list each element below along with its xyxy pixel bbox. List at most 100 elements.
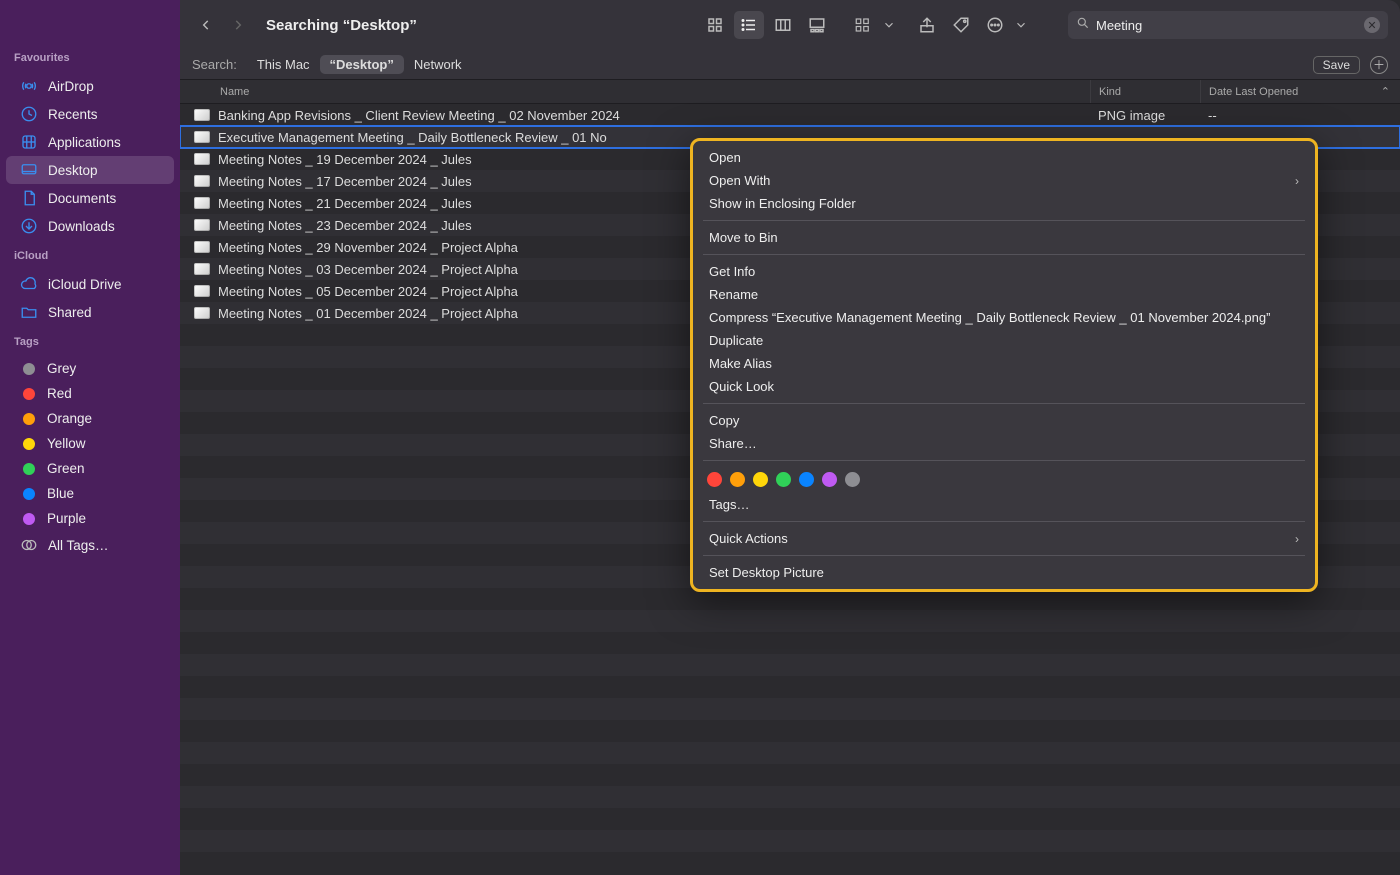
- sidebar-item-airdrop[interactable]: AirDrop: [6, 72, 174, 100]
- menu-get-info[interactable]: Get Info: [693, 260, 1315, 283]
- sidebar-item-icloud-drive[interactable]: iCloud Drive: [6, 270, 174, 298]
- menu-tag-colors: [693, 466, 1315, 493]
- scope-network[interactable]: Network: [404, 55, 472, 74]
- file-row[interactable]: Banking App Revisions _ Client Review Me…: [180, 104, 1400, 126]
- back-button[interactable]: [192, 11, 220, 39]
- view-list-button[interactable]: [734, 11, 764, 39]
- more-actions-chevron-icon[interactable]: [1014, 11, 1028, 39]
- sidebar-item-label: Applications: [48, 135, 121, 150]
- sidebar-item-applications[interactable]: Applications: [6, 128, 174, 156]
- column-header-name[interactable]: Name: [180, 86, 1090, 98]
- menu-quick-look[interactable]: Quick Look: [693, 375, 1315, 398]
- share-button[interactable]: [912, 11, 942, 39]
- column-header-kind[interactable]: Kind: [1090, 80, 1200, 103]
- sidebar-item-label: Grey: [47, 361, 76, 376]
- sort-asc-icon: ⌃: [1381, 85, 1390, 98]
- sidebar-section-tags: Tags: [0, 336, 180, 356]
- add-criteria-button[interactable]: ＋: [1370, 56, 1388, 74]
- search-input[interactable]: [1096, 18, 1358, 33]
- forward-button[interactable]: [224, 11, 252, 39]
- view-mode-group: [700, 11, 832, 39]
- sidebar-tag-green[interactable]: Green: [6, 456, 174, 481]
- menu-separator: [703, 521, 1305, 522]
- file-icon: [194, 109, 210, 121]
- menu-duplicate[interactable]: Duplicate: [693, 329, 1315, 352]
- file-icon: [194, 175, 210, 187]
- tag-color-option[interactable]: [776, 472, 791, 487]
- sidebar-item-label: iCloud Drive: [48, 277, 122, 292]
- scope-thismac[interactable]: This Mac: [247, 55, 320, 74]
- tag-color-dot: [23, 438, 35, 450]
- scope-desktop[interactable]: “Desktop”: [320, 55, 404, 74]
- view-gallery-button[interactable]: [802, 11, 832, 39]
- tag-color-option[interactable]: [822, 472, 837, 487]
- sidebar-item-label: AirDrop: [48, 79, 94, 94]
- menu-move-to-bin[interactable]: Move to Bin: [693, 226, 1315, 249]
- tag-color-option[interactable]: [753, 472, 768, 487]
- sidebar-tag-red[interactable]: Red: [6, 381, 174, 406]
- search-field[interactable]: ✕: [1068, 11, 1388, 39]
- menu-separator: [703, 403, 1305, 404]
- menu-item-label: Make Alias: [709, 356, 772, 371]
- file-icon: [194, 241, 210, 253]
- sidebar-item-recents[interactable]: Recents: [6, 100, 174, 128]
- download-icon: [20, 217, 38, 235]
- sidebar-tag-grey[interactable]: Grey: [6, 356, 174, 381]
- sidebar-tag-purple[interactable]: Purple: [6, 506, 174, 531]
- menu-compress-executive-management-meeting-daily-bottleneck-review-november-png[interactable]: Compress “Executive Management Meeting _…: [693, 306, 1315, 329]
- tag-color-option[interactable]: [799, 472, 814, 487]
- sidebar-item-shared[interactable]: Shared: [6, 298, 174, 326]
- sidebar-item-label: Desktop: [48, 163, 98, 178]
- sidebar-tag-alltags[interactable]: All Tags…: [6, 531, 174, 559]
- tag-color-option[interactable]: [730, 472, 745, 487]
- file-row-empty: [180, 764, 1400, 786]
- sidebar-item-label: Blue: [47, 486, 74, 501]
- file-icon: [194, 285, 210, 297]
- menu-item-label: Get Info: [709, 264, 755, 279]
- group-by-chevron-icon[interactable]: [882, 11, 896, 39]
- toolbar: Searching “Desktop”: [180, 0, 1400, 50]
- sidebar: Favourites AirDropRecentsApplicationsDes…: [0, 0, 180, 875]
- menu-share[interactable]: Share…: [693, 432, 1315, 455]
- sidebar-tag-yellow[interactable]: Yellow: [6, 431, 174, 456]
- menu-item-label: Set Desktop Picture: [709, 565, 824, 580]
- file-icon: [194, 197, 210, 209]
- menu-item-label: Quick Actions: [709, 531, 788, 546]
- menu-tags[interactable]: Tags…: [693, 493, 1315, 516]
- sidebar-tag-blue[interactable]: Blue: [6, 481, 174, 506]
- menu-copy[interactable]: Copy: [693, 409, 1315, 432]
- menu-open[interactable]: Open: [693, 146, 1315, 169]
- tag-color-dot: [23, 388, 35, 400]
- sidebar-item-label: Red: [47, 386, 72, 401]
- menu-open-with[interactable]: Open With›: [693, 169, 1315, 192]
- more-actions-button[interactable]: [980, 11, 1010, 39]
- file-icon: [194, 263, 210, 275]
- sidebar-item-downloads[interactable]: Downloads: [6, 212, 174, 240]
- file-icon: [194, 131, 210, 143]
- search-icon: [1076, 16, 1090, 35]
- doc-icon: [20, 189, 38, 207]
- group-by-button[interactable]: [848, 11, 878, 39]
- tag-color-option[interactable]: [845, 472, 860, 487]
- view-columns-button[interactable]: [768, 11, 798, 39]
- menu-separator: [703, 254, 1305, 255]
- file-row-empty: [180, 632, 1400, 654]
- file-kind: PNG image: [1090, 108, 1200, 123]
- menu-quick-actions[interactable]: Quick Actions›: [693, 527, 1315, 550]
- column-header-date[interactable]: Date Last Opened ⌃: [1200, 80, 1400, 103]
- list-header: Name Kind Date Last Opened ⌃: [180, 80, 1400, 104]
- save-search-button[interactable]: Save: [1313, 56, 1360, 74]
- clear-search-button[interactable]: ✕: [1364, 17, 1380, 33]
- menu-make-alias[interactable]: Make Alias: [693, 352, 1315, 375]
- menu-separator: [703, 220, 1305, 221]
- view-icons-button[interactable]: [700, 11, 730, 39]
- file-icon: [194, 219, 210, 231]
- sidebar-item-desktop[interactable]: Desktop: [6, 156, 174, 184]
- menu-rename[interactable]: Rename: [693, 283, 1315, 306]
- menu-show-in-enclosing-folder[interactable]: Show in Enclosing Folder: [693, 192, 1315, 215]
- tag-color-option[interactable]: [707, 472, 722, 487]
- tag-button[interactable]: [946, 11, 976, 39]
- menu-set-desktop-picture[interactable]: Set Desktop Picture: [693, 561, 1315, 584]
- sidebar-item-documents[interactable]: Documents: [6, 184, 174, 212]
- sidebar-tag-orange[interactable]: Orange: [6, 406, 174, 431]
